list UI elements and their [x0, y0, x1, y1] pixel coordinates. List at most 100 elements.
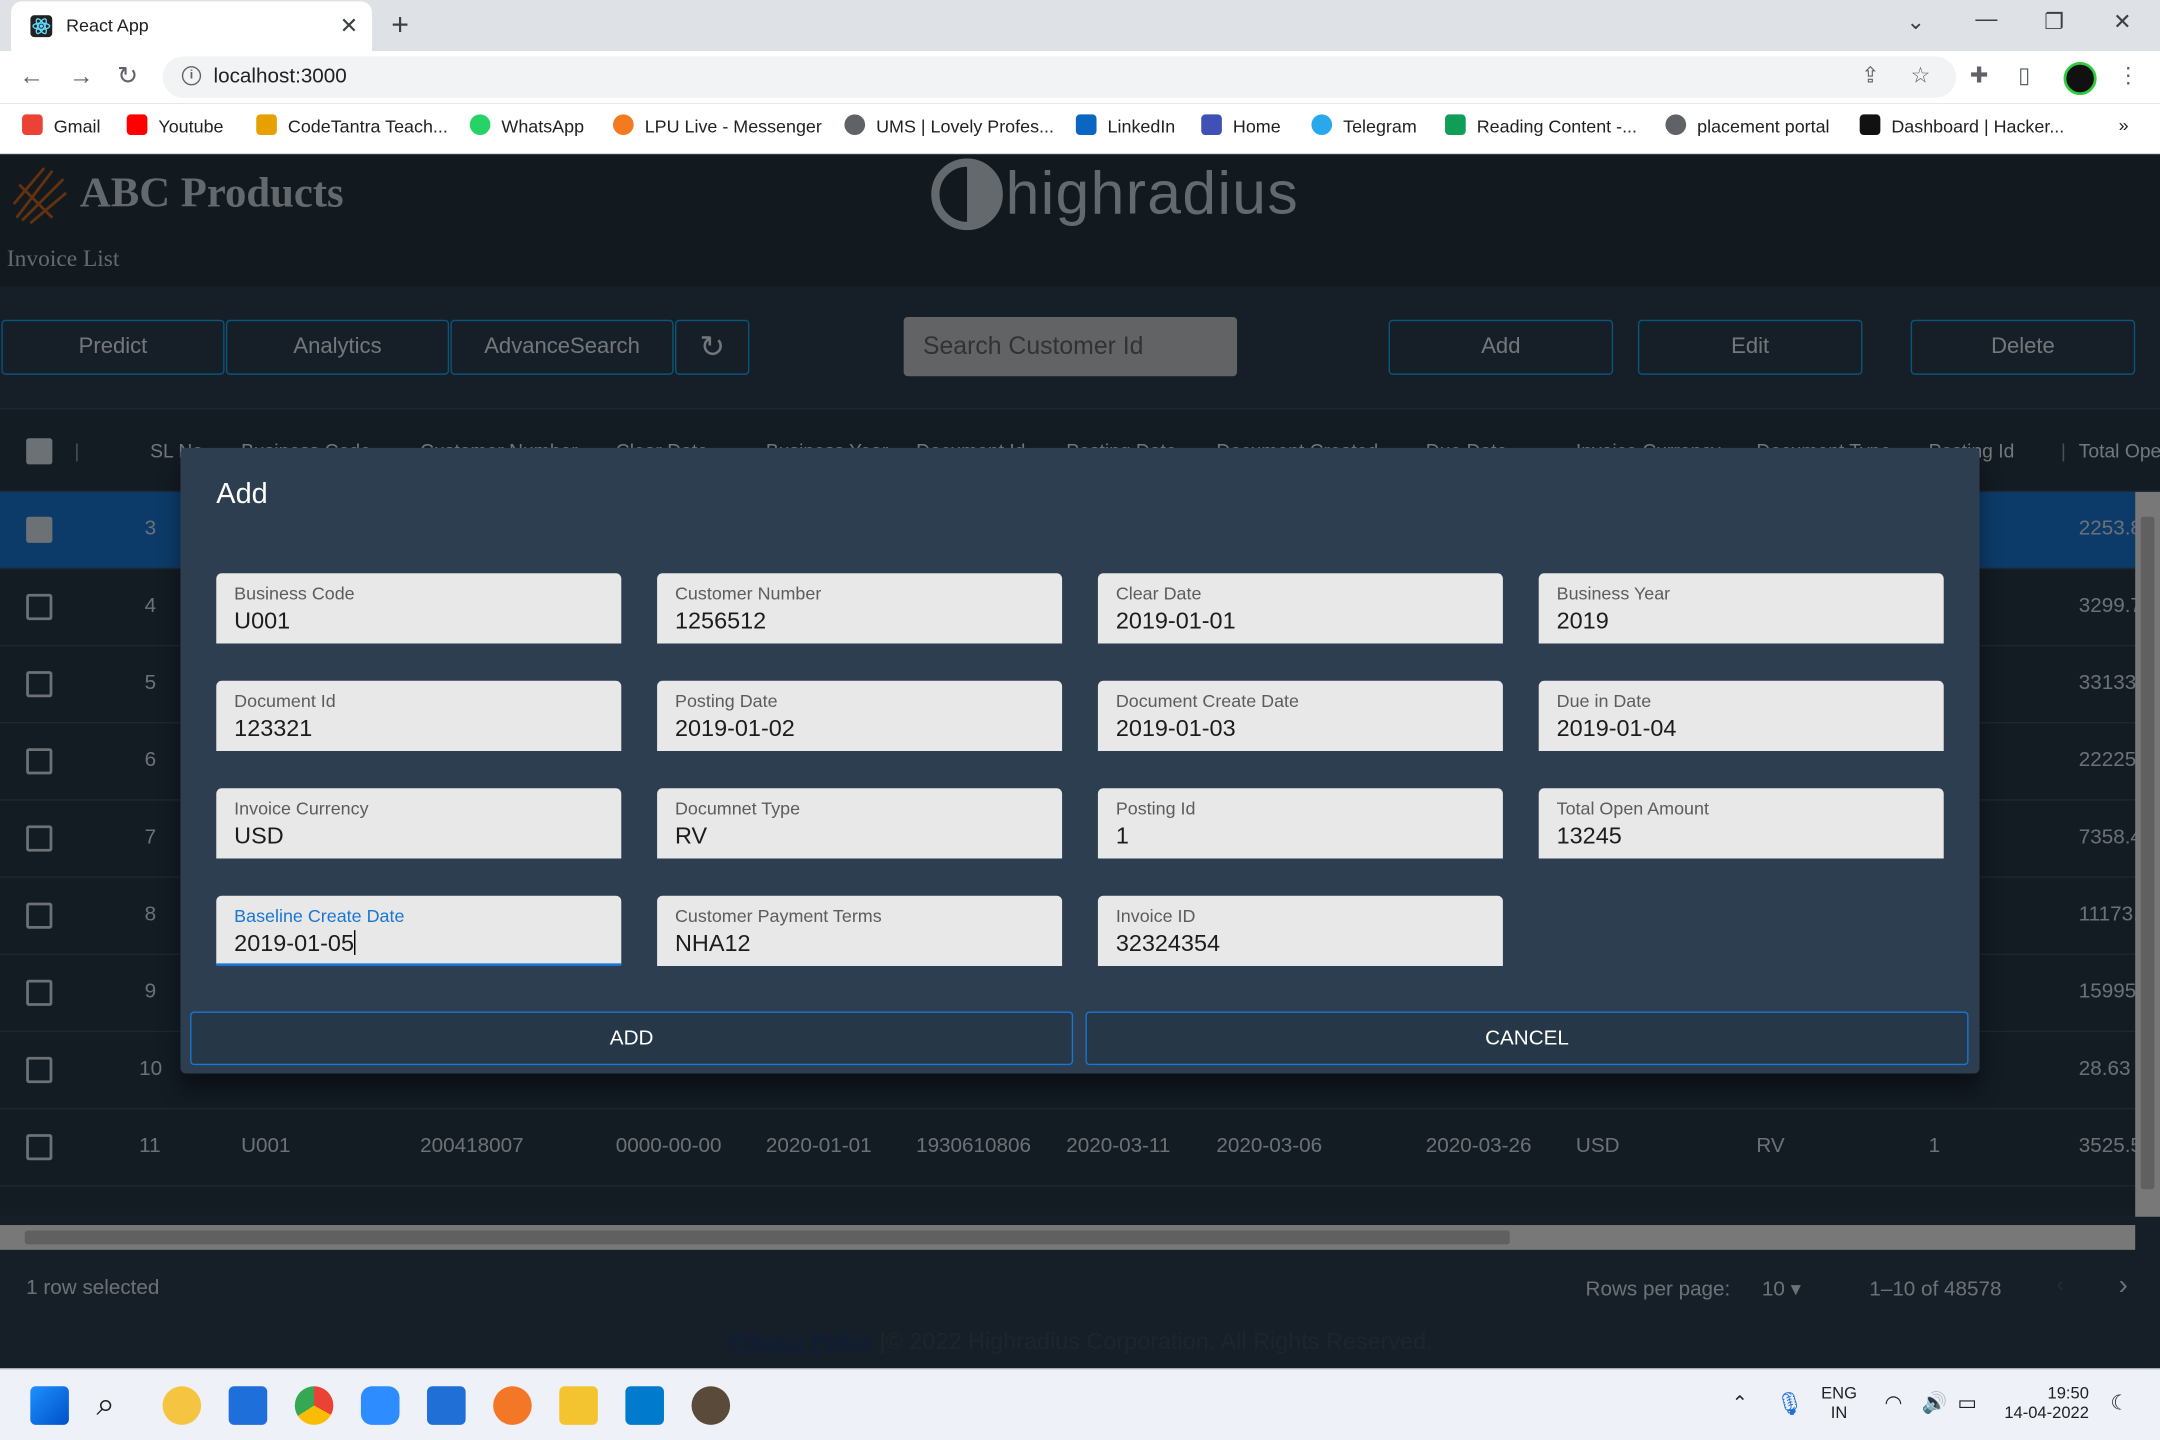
field-label: Documnet Type [674, 797, 801, 819]
clock[interactable]: 19:50 14-04-2022 [2004, 1384, 2089, 1423]
tab-search-icon[interactable]: ⌄ [1907, 8, 1925, 36]
bookmark-codetantra[interactable]: CodeTantra Teach... [256, 114, 448, 136]
field-value[interactable]: 2019-01-01 [1116, 608, 1236, 636]
bookmark-hackerrank[interactable]: Dashboard | Hacker... [1859, 114, 2064, 136]
profile-avatar[interactable] [2063, 62, 2097, 96]
forward-icon[interactable]: → [69, 62, 94, 91]
zoom-icon[interactable] [360, 1386, 400, 1425]
dialog-add-button[interactable]: ADD [190, 1011, 1074, 1066]
field-value[interactable]: 13245 [1557, 823, 1622, 851]
document-create-date-field[interactable]: Document Create Date 2019-01-03 [1097, 680, 1503, 752]
dialog-cancel-button[interactable]: CANCEL [1085, 1011, 1969, 1066]
due-in-date-field[interactable]: Due in Date 2019-01-04 [1538, 680, 1944, 752]
field-value[interactable]: 32324354 [1116, 930, 1220, 958]
youtube-icon [126, 114, 148, 136]
field-label: Posting Date [674, 690, 778, 712]
field-label: Invoice Currency [234, 797, 369, 819]
field-value[interactable]: 123321 [234, 715, 312, 743]
new-tab-icon[interactable]: + [391, 7, 409, 43]
bookmark-gmail[interactable]: Gmail [22, 114, 100, 136]
share-icon[interactable]: ⇪ [1861, 62, 1879, 90]
restore-icon[interactable]: ❐ [2044, 8, 2064, 36]
minimize-icon[interactable]: — [1975, 8, 1997, 33]
customer-number-field[interactable]: Customer Number 1256512 [657, 573, 1063, 644]
language-indicator[interactable]: ENG IN [1821, 1384, 1857, 1423]
invoice-currency-field[interactable]: Invoice Currency USD [216, 788, 622, 859]
bookmark-reading-content[interactable]: Reading Content -... [1445, 114, 1637, 136]
extensions-icon[interactable]: ✚ [1970, 62, 1988, 90]
bookmark-star-icon[interactable]: ☆ [1911, 62, 1931, 90]
document-type-field[interactable]: Documnet Type RV [657, 788, 1063, 859]
microphone-icon[interactable]: 🎙 [1776, 1390, 1804, 1418]
chevron-up-icon[interactable]: ⌃ [1732, 1392, 1748, 1415]
url-text[interactable]: localhost:3000 [214, 65, 347, 88]
menu-icon[interactable]: ⋮ [2117, 62, 2139, 90]
clock-time: 19:50 [2047, 1383, 2089, 1403]
search-icon[interactable]: ⌕ [96, 1386, 135, 1425]
business-code-field[interactable]: Business Code U001 [216, 573, 622, 644]
omnibox[interactable]: i localhost:3000 [162, 56, 1957, 98]
bookmark-linkedin[interactable]: LinkedIn [1075, 114, 1175, 136]
bookmark-telegram[interactable]: Telegram [1311, 114, 1417, 136]
business-year-field[interactable]: Business Year 2019 [1538, 573, 1944, 644]
document-id-field[interactable]: Document Id 123321 [216, 680, 622, 752]
side-panel-icon[interactable]: ▯ [2018, 62, 2030, 90]
posting-date-field[interactable]: Posting Date 2019-01-02 [657, 680, 1063, 752]
field-value[interactable]: NHA12 [675, 930, 751, 958]
field-value[interactable]: 2019-01-04 [1557, 715, 1677, 743]
close-tab-icon[interactable]: ✕ [340, 12, 358, 40]
bookmark-whatsapp[interactable]: WhatsApp [469, 114, 584, 136]
field-value[interactable]: 2019-01-02 [675, 715, 795, 743]
clear-date-field[interactable]: Clear Date 2019-01-01 [1097, 573, 1503, 644]
field-value[interactable]: USD [234, 823, 283, 851]
info-icon[interactable]: i [181, 66, 202, 86]
baseline-create-date-field[interactable]: Baseline Create Date 2019-01-05 [216, 895, 622, 966]
bookmark-lpu-live[interactable]: LPU Live - Messenger [613, 114, 822, 136]
volume-icon[interactable]: 🔊 [1922, 1390, 1948, 1415]
wifi-icon[interactable]: ◠ [1884, 1390, 1902, 1415]
field-label: Business Code [234, 582, 355, 604]
battery-icon[interactable]: ▭ [1957, 1390, 1977, 1415]
field-label: Due in Date [1556, 690, 1652, 712]
mail-icon[interactable] [427, 1386, 466, 1425]
calendar-icon[interactable] [228, 1386, 268, 1425]
jupyter-icon[interactable] [493, 1386, 532, 1425]
text-caret [353, 930, 356, 955]
bookmark-home[interactable]: Home [1201, 114, 1281, 136]
more-bookmarks-icon[interactable]: » [2119, 114, 2129, 135]
browser-tab[interactable]: React App ✕ [11, 1, 372, 51]
file-explorer-icon[interactable] [559, 1386, 598, 1425]
field-label: Document Id [234, 690, 336, 712]
hackerrank-icon [1859, 114, 1881, 136]
app-icon[interactable] [691, 1386, 731, 1425]
field-label: Business Year [1556, 582, 1671, 604]
field-value[interactable]: 2019 [1557, 608, 1609, 636]
field-value[interactable]: 2019-01-03 [1116, 715, 1236, 743]
bookmark-placement-portal[interactable]: placement portal [1665, 114, 1830, 136]
back-icon[interactable]: ← [19, 62, 44, 91]
weather-icon[interactable] [162, 1386, 202, 1425]
field-value[interactable]: 1256512 [675, 608, 766, 636]
globe-icon [844, 114, 866, 136]
field-value[interactable]: 1 [1116, 823, 1129, 851]
language-code: ENG [1821, 1383, 1857, 1403]
field-label: Invoice ID [1115, 905, 1196, 927]
chrome-icon[interactable] [294, 1386, 334, 1425]
bookmark-ums[interactable]: UMS | Lovely Profes... [844, 114, 1054, 136]
field-value[interactable]: U001 [234, 608, 290, 636]
field-label: Total Open Amount [1556, 797, 1709, 819]
windows-start-icon[interactable] [30, 1386, 69, 1425]
posting-id-field[interactable]: Posting Id 1 [1097, 788, 1503, 859]
field-label: Baseline Create Date [234, 905, 405, 927]
reload-icon[interactable]: ↻ [117, 62, 138, 91]
vscode-icon[interactable] [625, 1386, 664, 1425]
close-window-icon[interactable]: ✕ [2113, 8, 2131, 36]
bookmark-youtube[interactable]: Youtube [126, 114, 224, 136]
customer-payment-terms-field[interactable]: Customer Payment Terms NHA12 [657, 895, 1063, 966]
total-open-amount-field[interactable]: Total Open Amount 13245 [1538, 788, 1944, 859]
invoice-id-field[interactable]: Invoice ID 32324354 [1097, 895, 1503, 966]
field-value[interactable]: 2019-01-05 [234, 930, 356, 958]
field-value[interactable]: RV [675, 823, 707, 851]
night-light-icon[interactable]: ☾ [2110, 1390, 2129, 1415]
region-code: IN [1830, 1402, 1848, 1423]
